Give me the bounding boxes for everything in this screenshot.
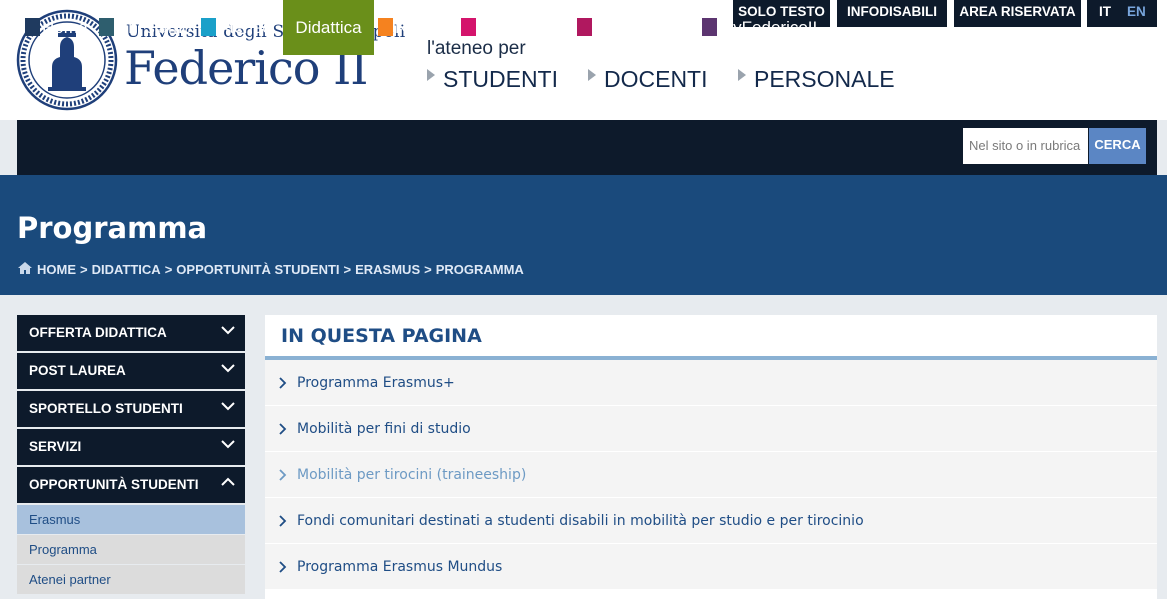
in-page-index: IN QUESTA PAGINA Programma Erasmus+ Mobi…: [265, 315, 1157, 599]
sidebar-section-offerta-didattica[interactable]: OFFERTA DIDATTICA: [17, 315, 245, 351]
color-square-icon: [577, 18, 592, 36]
sidebar-item-programma[interactable]: Programma: [17, 535, 245, 564]
audience-link-docenti[interactable]: DOCENTI: [588, 66, 708, 93]
area-riservata-button[interactable]: AREA RISERVATA: [954, 0, 1081, 27]
breadcrumb-opportunita-studenti[interactable]: OPPORTUNITÀ STUDENTI: [176, 262, 339, 277]
chevron-up-icon: [221, 477, 235, 486]
color-square-icon: [461, 18, 476, 36]
chevron-right-icon: [279, 469, 287, 481]
audience-link-studenti[interactable]: STUDENTI: [427, 66, 558, 93]
sidebar-section-sportello-studenti[interactable]: SPORTELLO STUDENTI: [17, 391, 245, 427]
breadcrumb-erasmus[interactable]: ERASMUS: [355, 262, 420, 277]
nav-item-ateneo[interactable]: Ateneo: [201, 0, 272, 55]
chevron-down-icon: [221, 402, 235, 411]
breadcrumb-programma: PROGRAMMA: [435, 262, 524, 277]
chevron-down-icon: [221, 364, 235, 373]
sidebar-section-post-laurea[interactable]: POST LAUREA: [17, 353, 245, 389]
breadcrumb-didattica[interactable]: DIDATTICA: [92, 262, 161, 277]
nav-item-ricerca[interactable]: Ricerca: [378, 0, 453, 55]
language-switcher: IT EN: [1087, 0, 1157, 27]
audience-link-personale[interactable]: PERSONALE: [738, 66, 895, 93]
chevron-down-icon: [221, 326, 235, 335]
nav-item-myfedericoii[interactable]: MyFedericoII: [702, 0, 817, 55]
chevron-right-icon: [279, 423, 287, 435]
nav-item-f2magazine[interactable]: F2Magazine: [461, 0, 572, 55]
triangle-right-icon: [738, 69, 746, 81]
search-input[interactable]: Nel sito o in rubrica: [963, 128, 1088, 164]
triangle-right-icon: [427, 69, 435, 81]
in-page-link-mobilita-studio[interactable]: Mobilità per fini di studio: [265, 406, 1157, 452]
color-square-icon: [702, 18, 717, 36]
lang-it-link[interactable]: IT: [1099, 0, 1111, 24]
search-button[interactable]: CERCA: [1089, 128, 1146, 164]
page-banner: Programma HOME > DIDATTICA > OPPORTUNITÀ STU…: [0, 175, 1167, 295]
nav-item-didattica[interactable]: Didattica: [283, 0, 374, 55]
sidebar-section-opportunita-studenti[interactable]: OPPORTUNITÀ STUDENTI: [17, 467, 245, 503]
infodisabili-button[interactable]: INFODISABILI: [837, 0, 947, 27]
in-page-link-mobilita-tirocini[interactable]: Mobilità per tirocini (traineeship): [265, 452, 1157, 498]
lang-en-link[interactable]: EN: [1127, 0, 1146, 24]
nav-item-international[interactable]: International: [577, 0, 688, 55]
chevron-right-icon: [279, 515, 287, 527]
sidebar-item-erasmus[interactable]: Erasmus: [17, 505, 245, 534]
chevron-right-icon: [279, 561, 287, 573]
page-title: Programma: [17, 211, 208, 245]
chevron-right-icon: [279, 377, 287, 389]
sidebar-section-servizi[interactable]: SERVIZI: [17, 429, 245, 465]
nav-item-chi-siamo[interactable]: Chi siamo: [99, 0, 192, 55]
nav-item-home[interactable]: Home: [25, 0, 87, 55]
color-square-icon: [378, 18, 393, 36]
in-page-link-fondi-comunitari[interactable]: Fondi comunitari destinati a studenti di…: [265, 498, 1157, 544]
in-page-link-programma-erasmus[interactable]: Programma Erasmus+: [265, 360, 1157, 406]
breadcrumb-home[interactable]: HOME: [37, 262, 76, 277]
in-page-link-erasmus-mundus[interactable]: Programma Erasmus Mundus: [265, 544, 1157, 590]
triangle-right-icon: [588, 69, 596, 81]
color-square-icon: [99, 18, 114, 36]
color-square-icon: [25, 18, 40, 36]
color-square-icon: [201, 18, 216, 36]
sidebar-item-atenei-partner[interactable]: Atenei partner: [17, 565, 245, 594]
chevron-down-icon: [221, 440, 235, 449]
home-icon[interactable]: [17, 261, 33, 275]
breadcrumb: HOME > DIDATTICA > OPPORTUNITÀ STUDENTI > ERAS…: [17, 261, 524, 277]
in-page-heading: IN QUESTA PAGINA: [265, 315, 1157, 360]
